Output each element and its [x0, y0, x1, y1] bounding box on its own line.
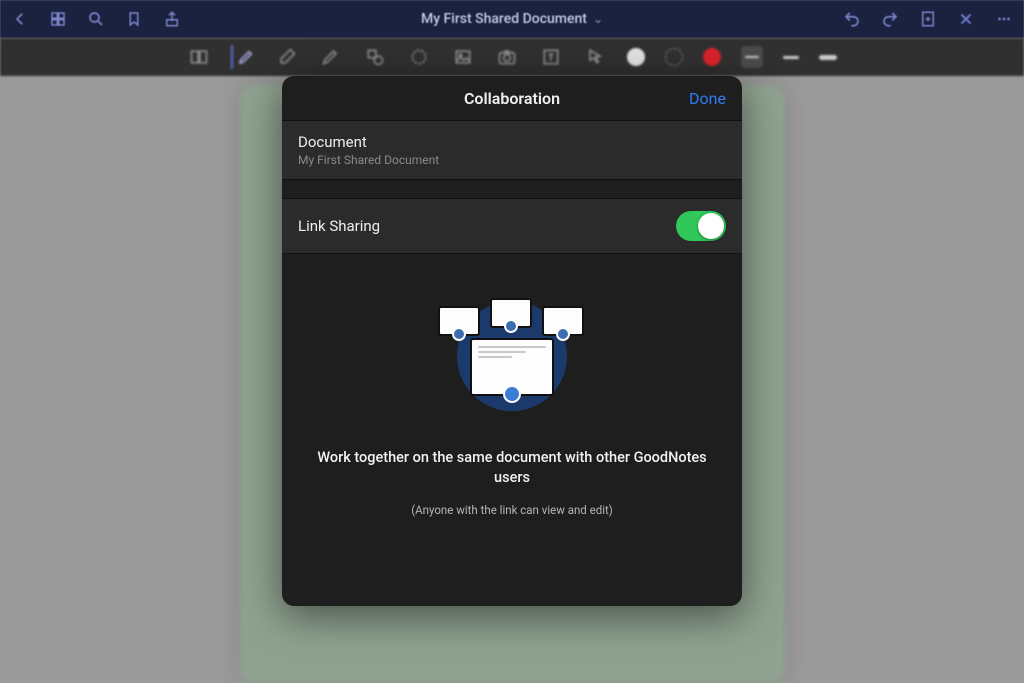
user-avatar-icon [503, 385, 521, 403]
document-section-name: My First Shared Document [298, 153, 726, 167]
bookmark-icon[interactable] [124, 9, 144, 29]
done-button[interactable]: Done [689, 89, 726, 108]
document-card-main-icon [470, 338, 554, 396]
lasso-tool-icon[interactable] [407, 45, 431, 69]
link-sharing-row: Link Sharing [282, 198, 742, 254]
collaboration-illustration [432, 284, 592, 424]
pointer-tool-icon[interactable] [583, 45, 607, 69]
illustration-subtitle: (Anyone with the link can view and edit) [411, 503, 613, 517]
pen-tool-icon[interactable] [231, 45, 255, 69]
chevron-down-icon: ⌄ [593, 12, 603, 26]
illustration-area: Work together on the same document with … [282, 254, 742, 606]
document-card-icon [542, 306, 584, 336]
camera-tool-icon[interactable] [495, 45, 519, 69]
document-section[interactable]: Document My First Shared Document [282, 120, 742, 180]
stroke-thick[interactable] [819, 55, 837, 60]
back-icon[interactable] [10, 9, 30, 29]
eraser-tool-icon[interactable] [275, 45, 299, 69]
more-icon[interactable] [994, 9, 1014, 29]
modal-header: Collaboration Done [282, 76, 742, 120]
highlighter-tool-icon[interactable] [319, 45, 343, 69]
toggle-knob [698, 213, 724, 239]
document-section-label: Document [298, 133, 726, 151]
share-icon[interactable] [162, 9, 182, 29]
color-swatch-white[interactable] [627, 48, 645, 66]
grid-icon[interactable] [48, 9, 68, 29]
modal-title: Collaboration [464, 89, 560, 108]
redo-icon[interactable] [880, 9, 900, 29]
color-swatch-red[interactable] [703, 48, 721, 66]
collaboration-modal: Collaboration Done Document My First Sha… [282, 76, 742, 606]
search-icon[interactable] [86, 9, 106, 29]
color-swatch-custom[interactable] [665, 48, 683, 66]
shape-tool-icon[interactable] [363, 45, 387, 69]
close-icon[interactable] [956, 9, 976, 29]
stroke-medium[interactable] [783, 56, 799, 59]
image-tool-icon[interactable] [451, 45, 475, 69]
add-page-icon[interactable] [918, 9, 938, 29]
illustration-title: Work together on the same document with … [306, 448, 718, 489]
link-sharing-label: Link Sharing [298, 217, 380, 235]
nav-right-group [842, 9, 1014, 29]
document-card-icon [490, 298, 532, 328]
tool-toolbar [0, 38, 1024, 76]
read-mode-icon[interactable] [187, 45, 211, 69]
link-sharing-toggle[interactable] [676, 211, 726, 241]
document-card-icon [438, 306, 480, 336]
document-title: My First Shared Document [421, 11, 587, 27]
text-tool-icon[interactable] [539, 45, 563, 69]
stroke-thin[interactable] [741, 46, 763, 68]
nav-left-group [10, 9, 182, 29]
document-title-dropdown[interactable]: My First Shared Document ⌄ [421, 11, 603, 27]
undo-icon[interactable] [842, 9, 862, 29]
top-navbar: My First Shared Document ⌄ [0, 0, 1024, 38]
